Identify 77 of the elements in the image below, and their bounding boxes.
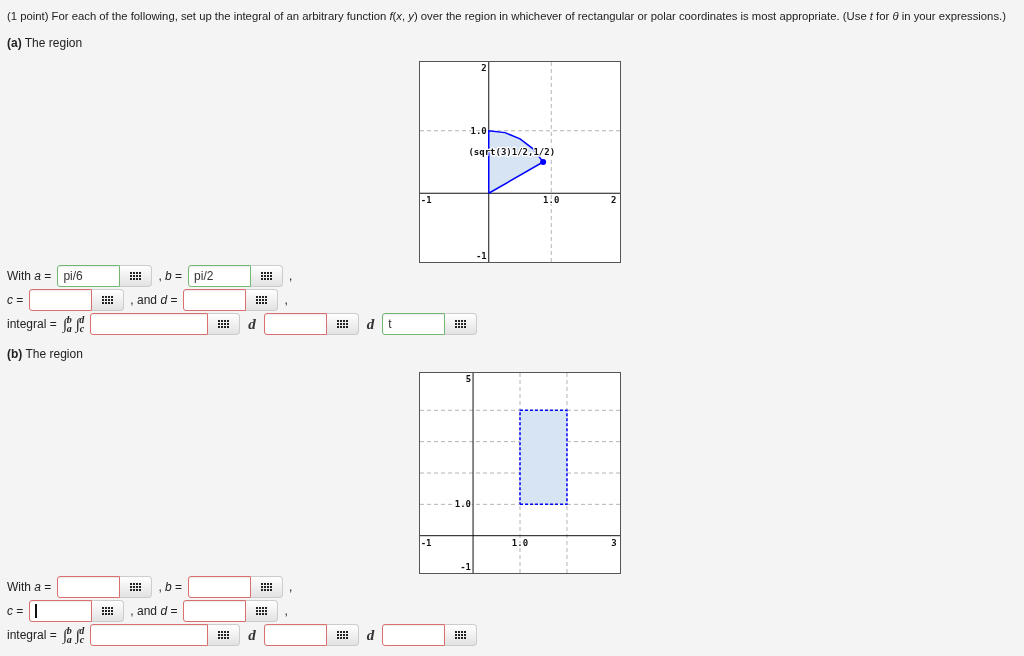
tick-label: 1.0 (543, 195, 560, 206)
keypad-button[interactable] (246, 289, 279, 311)
tick-label: -1 (475, 250, 487, 261)
prompt-text: , b = (158, 269, 183, 283)
keypad-button[interactable] (445, 313, 478, 335)
answer-field[interactable] (57, 576, 121, 598)
answer-field[interactable]: t (382, 313, 446, 335)
grid-icon (218, 320, 230, 328)
grid-icon (336, 631, 348, 639)
keypad-button[interactable] (120, 576, 153, 598)
answer-field[interactable]: pi/6 (57, 265, 121, 287)
prompt-text: c = (7, 293, 24, 307)
keypad-button[interactable] (208, 624, 241, 646)
prompt-text: , (289, 269, 293, 283)
prompt-text: , and d = (130, 293, 178, 307)
point-marker-icon (540, 159, 547, 165)
tick-label: -1 (460, 562, 472, 573)
part-heading: (b) The region (7, 346, 83, 362)
variable-text: d (248, 315, 256, 333)
grid-icon (256, 296, 268, 304)
keypad-button[interactable] (120, 265, 153, 287)
prompt-text: , b = (158, 580, 183, 594)
variable-text: d (366, 626, 375, 644)
answer-field[interactable]: pi/2 (188, 265, 252, 287)
grid-icon (336, 320, 348, 328)
tick-label: -1 (420, 537, 432, 548)
keypad-button[interactable] (208, 313, 241, 335)
answer-field[interactable] (183, 600, 247, 622)
answer-field[interactable] (90, 624, 209, 646)
tick-label: 5 (465, 373, 472, 384)
keypad-button[interactable] (326, 624, 359, 646)
keypad-button[interactable] (92, 289, 125, 311)
grid-icon (261, 272, 273, 280)
tick-label: 3 (611, 537, 617, 548)
grid-icon (261, 583, 273, 591)
answer-field[interactable] (382, 624, 446, 646)
prompt-text: With a = (7, 580, 52, 594)
keypad-button[interactable] (246, 600, 279, 622)
answer-field[interactable] (90, 313, 209, 335)
tick-label: 2 (611, 195, 617, 206)
tick-label: 1.0 (454, 499, 472, 510)
keypad-button[interactable] (251, 576, 284, 598)
grid-icon (102, 296, 114, 304)
answer-field[interactable] (263, 624, 327, 646)
keypad-button[interactable] (326, 313, 359, 335)
answer-field[interactable] (263, 313, 327, 335)
text-cursor-icon (35, 604, 38, 618)
prompt-text: , (284, 293, 288, 307)
grid-icon (130, 583, 142, 591)
prompt-text: integral = (7, 628, 57, 642)
prompt-text: c = (7, 604, 24, 618)
part-heading: (a) The region (7, 35, 83, 51)
tick-label: 1.0 (511, 537, 529, 548)
keypad-button[interactable] (251, 265, 284, 287)
keypad-button[interactable] (445, 624, 478, 646)
grid-icon (130, 272, 142, 280)
answer-field[interactable] (29, 600, 93, 622)
grid-icon (455, 320, 467, 328)
question-text: (1 point) For each of the following, set up the integral of an arbitrary function f(x, y) over the region in whichever of rectangular or polar coordinates is most appropriate. (Use t for θ in your expressions.) (7, 9, 1006, 24)
prompt-text: , (289, 580, 293, 594)
prompt-text: integral = (7, 317, 57, 331)
answer-field[interactable] (29, 289, 93, 311)
prompt-text: , (284, 604, 288, 618)
grid-icon (256, 607, 268, 615)
tick-label: 1.0 (470, 125, 487, 136)
variable-text: d (248, 626, 256, 644)
answer-field[interactable] (188, 576, 252, 598)
answer-field[interactable] (183, 289, 247, 311)
grid-icon (218, 631, 230, 639)
prompt-text: , and d = (130, 604, 178, 618)
tick-label: 2 (481, 63, 487, 74)
keypad-button[interactable] (92, 600, 125, 622)
variable-text: d (366, 315, 375, 333)
grid-icon (455, 631, 467, 639)
tick-label: -1 (420, 195, 432, 206)
grid-icon (102, 607, 114, 615)
prompt-text: With a = (7, 269, 52, 283)
